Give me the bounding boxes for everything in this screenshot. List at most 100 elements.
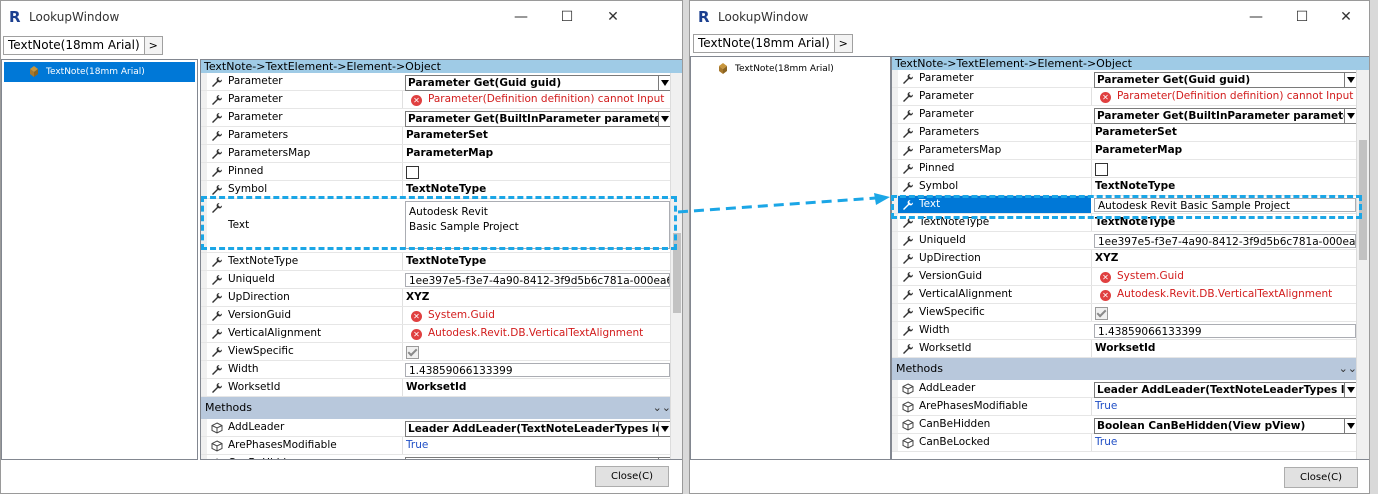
breadcrumb-item[interactable]: TextNote(18mm Arial) [693,34,835,53]
property-textbox[interactable]: 1.43859066133399 [405,363,670,377]
row-gutter [201,145,207,162]
methods-section-header[interactable]: Methods ⌄⌄ [892,358,1369,380]
method-overload-dropdown[interactable]: Parameter Get(BuiltInParameter parameter… [1094,108,1358,124]
row-gutter [201,271,207,288]
property-row[interactable]: Width 1.43859066133399 [201,361,682,379]
method-row[interactable]: AddLeader Leader AddLeader(TextNoteLeader… [201,419,682,437]
viewspecific-checkbox[interactable] [406,346,419,359]
element-tree: TextNote(18mm Arial) [1,59,198,460]
wrench-icon [903,164,913,174]
pinned-checkbox[interactable] [406,166,419,179]
method-overload-dropdown[interactable]: Leader AddLeader(TextNoteLeaderTypes lea [1094,382,1358,398]
property-row[interactable]: Pinned [892,160,1369,178]
property-row[interactable]: VersionGuid ✕ System.Guid [201,307,682,325]
row-gutter [201,91,207,108]
row-gutter [201,289,207,306]
close-button[interactable]: Close(C) [1284,467,1358,488]
property-textbox[interactable]: 1ee397e5-f3e7-4a90-8412-3f9d5b6c781a-000… [1094,234,1356,248]
property-row[interactable]: VerticalAlignment ✕ Autodesk.Revit.DB.Vert… [892,286,1369,304]
vertical-scrollbar[interactable] [670,73,682,459]
minimize-button[interactable]: — [498,1,544,33]
property-textbox[interactable]: 1.43859066133399 [1094,324,1356,338]
method-overload-dropdown[interactable]: Parameter Get(BuiltInParameter parameter… [405,111,672,127]
method-row[interactable]: ArePhasesModifiable True [201,437,682,455]
property-name: VerticalAlignment [228,327,322,339]
wrench-icon [212,131,222,141]
property-row[interactable]: UniqueId 1ee397e5-f3e7-4a90-8412-3f9d5b6c… [892,232,1369,250]
property-row[interactable]: Parameters ParameterSet [892,124,1369,142]
property-row[interactable]: ViewSpecific [201,343,682,361]
method-row[interactable]: CanBeLocked True [892,434,1369,452]
property-row[interactable]: Parameters ParameterSet [201,127,682,145]
method-row[interactable]: ArePhasesModifiable True [892,398,1369,416]
method-overload-dropdown[interactable]: Parameter Get(Guid guid) [1094,72,1358,88]
property-row[interactable]: VersionGuid ✕ System.Guid [892,268,1369,286]
property-row[interactable]: Parameter Parameter Get(Guid guid) [201,73,682,91]
method-overload-dropdown[interactable]: Boolean CanBeHidden(View pView) [405,457,672,459]
wrench-icon [212,275,222,285]
property-grid[interactable]: TextNote->TextElement->Element->Object P… [200,59,682,460]
property-row[interactable]: Parameter ✕ Parameter(Definition definitio… [892,88,1369,106]
pinned-checkbox[interactable] [1095,163,1108,176]
property-row[interactable]: UpDirection XYZ [201,289,682,307]
breadcrumb-arrow[interactable]: > [143,36,163,55]
collapse-icon[interactable]: ⌄⌄ [653,397,671,419]
row-gutter [201,127,207,144]
value-cell [402,163,675,180]
method-overload-dropdown[interactable]: Leader AddLeader(TextNoteLeaderTypes lea [405,421,672,437]
close-window-button[interactable]: ✕ [1323,1,1369,33]
method-row[interactable]: AddLeader Leader AddLeader(TextNoteLeader… [892,380,1369,398]
error-value: ✕ Autodesk.Revit.DB.VerticalTextAlignment [1091,286,1366,303]
property-row[interactable]: Width 1.43859066133399 [892,322,1369,340]
property-row[interactable]: Parameter Parameter Get(BuiltInParameter … [892,106,1369,124]
property-row[interactable]: Parameter Parameter Get(Guid guid) [892,70,1369,88]
property-name: Parameter [228,75,283,87]
tree-item-textnote[interactable]: TextNote(18mm Arial) [4,62,195,82]
property-row[interactable]: Symbol TextNoteType [892,178,1369,196]
error-icon: ✕ [1100,272,1111,283]
property-row[interactable]: WorksetId WorksetId [892,340,1369,358]
property-value: WorksetId [1091,340,1361,357]
tree-item-textnote[interactable]: TextNote(18mm Arial) [693,59,888,79]
methods-section-header[interactable]: Methods ⌄⌄ [201,397,682,419]
property-row[interactable]: UpDirection XYZ [892,250,1369,268]
error-value: ✕ Parameter(Definition definition) cannot… [1091,88,1366,105]
property-name: ViewSpecific [919,306,985,318]
property-name: UniqueId [228,273,275,285]
value-cell [1091,304,1361,321]
property-row[interactable]: VerticalAlignment ✕ Autodesk.Revit.DB.Vert… [201,325,682,343]
property-row[interactable]: WorksetId WorksetId [201,379,682,397]
property-row[interactable]: UniqueId 1ee397e5-f3e7-4a90-8412-3f9d5b6c… [201,271,682,289]
maximize-button[interactable]: ☐ [1279,1,1325,33]
method-overload-dropdown[interactable]: Parameter Get(Guid guid) [405,75,672,91]
method-name: ArePhasesModifiable [228,439,337,451]
property-row[interactable]: Parameter ✕ Parameter(Definition definitio… [201,91,682,109]
property-row[interactable]: ParametersMap ParameterMap [201,145,682,163]
property-name: Symbol [919,180,959,192]
method-row[interactable]: CanBeHidden Boolean CanBeHidden(View pVie… [892,416,1369,434]
vertical-scrollbar[interactable] [1356,70,1369,459]
viewspecific-checkbox[interactable] [1095,307,1108,320]
property-grid[interactable]: TextNote->TextElement->Element->Object P… [891,56,1369,460]
property-row[interactable]: ViewSpecific [892,304,1369,322]
property-row[interactable]: Pinned [201,163,682,181]
maximize-button[interactable]: ☐ [544,1,590,33]
close-window-button[interactable]: ✕ [590,1,636,33]
value-cell [402,343,675,360]
method-overload-dropdown[interactable]: Boolean CanBeHidden(View pView) [1094,418,1358,434]
breadcrumb-arrow[interactable]: > [833,34,853,53]
property-row[interactable]: TextNoteType TextNoteType [201,253,682,271]
method-value: True [402,437,675,454]
wrench-icon [212,311,222,321]
collapse-icon[interactable]: ⌄⌄ [1339,358,1357,380]
property-row[interactable]: Parameter Parameter Get(BuiltInParameter … [201,109,682,127]
wrench-icon [212,95,222,105]
property-row[interactable]: ParametersMap ParameterMap [892,142,1369,160]
property-textbox[interactable]: 1ee397e5-f3e7-4a90-8412-3f9d5b6c781a-000… [405,273,670,287]
method-row[interactable]: CanBeHidden Boolean CanBeHidden(View pVie… [201,455,682,459]
close-button[interactable]: Close(C) [595,466,669,487]
wrench-icon [903,146,913,156]
breadcrumb-item[interactable]: TextNote(18mm Arial) [3,36,145,55]
error-icon: ✕ [411,311,422,322]
minimize-button[interactable]: — [1233,1,1279,33]
